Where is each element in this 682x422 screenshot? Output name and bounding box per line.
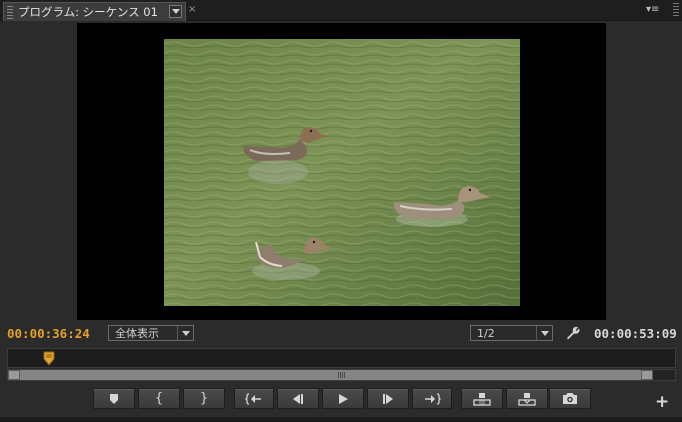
tab-grip-icon[interactable] <box>7 5 13 19</box>
timeline-zoom-scrollbar[interactable] <box>7 369 676 381</box>
zoom-level-value: 全体表示 <box>115 327 159 340</box>
video-frame[interactable] <box>77 23 606 320</box>
panel-grip-icon[interactable] <box>673 3 679 17</box>
extract-icon <box>518 392 536 406</box>
playback-resolution-value: 1/2 <box>477 326 495 340</box>
step-forward-icon <box>383 393 393 404</box>
video-preview <box>164 39 520 306</box>
play-button[interactable] <box>322 388 364 409</box>
close-tab-button[interactable]: × <box>188 4 196 16</box>
lift-icon <box>473 392 491 406</box>
panel-tab-bar: プログラム: シーケンス 01 × ▾≡ <box>0 0 682 21</box>
panel-menu-button[interactable]: ▾≡ <box>646 4 664 16</box>
settings-wrench-icon[interactable] <box>565 325 581 341</box>
monitor-info-bar: 00:00:36:24 全体表示 1/2 00:00:53:09 <box>0 322 682 344</box>
zoom-grip-icon <box>338 372 345 378</box>
tab-program-monitor[interactable]: プログラム: シーケンス 01 <box>3 2 186 21</box>
go-to-in-icon <box>245 392 261 405</box>
duration-timecode: 00:00:53:09 <box>594 326 677 341</box>
playback-resolution-select[interactable]: 1/2 <box>470 325 553 341</box>
button-editor-add-button[interactable]: + <box>655 394 669 411</box>
mark-out-icon: } <box>199 391 209 406</box>
zoom-scroll-thumb[interactable] <box>20 370 641 380</box>
zoom-level-select[interactable]: 全体表示 <box>108 325 194 341</box>
marker-icon <box>110 393 118 404</box>
step-back-icon <box>293 393 303 404</box>
mark-in-icon: { <box>154 391 164 406</box>
export-frame-button[interactable] <box>549 388 591 409</box>
zoom-handle-right[interactable] <box>641 370 653 380</box>
playhead-icon[interactable] <box>43 351 55 366</box>
extract-button[interactable] <box>506 388 548 409</box>
chevron-down-icon <box>171 9 180 14</box>
step-back-button[interactable] <box>277 388 319 409</box>
add-marker-button[interactable] <box>93 388 135 409</box>
go-to-in-button[interactable] <box>234 388 274 409</box>
bottom-strip <box>0 417 682 422</box>
go-to-out-icon <box>425 392 441 405</box>
step-forward-button[interactable] <box>367 388 409 409</box>
tab-dropdown-button[interactable] <box>169 5 182 18</box>
time-ruler[interactable] <box>7 348 676 368</box>
mark-out-button[interactable]: } <box>183 388 225 409</box>
mark-in-button[interactable]: { <box>138 388 180 409</box>
play-icon <box>339 393 348 404</box>
chevron-down-icon <box>177 326 193 340</box>
program-monitor <box>0 22 682 322</box>
go-to-out-button[interactable] <box>412 388 452 409</box>
video-image <box>164 39 520 306</box>
lift-button[interactable] <box>461 388 503 409</box>
camera-icon <box>563 393 577 404</box>
zoom-handle-left[interactable] <box>8 370 20 380</box>
tab-title: プログラム: シーケンス 01 <box>18 5 158 19</box>
chevron-down-icon <box>536 326 552 340</box>
current-timecode[interactable]: 00:00:36:24 <box>7 326 90 341</box>
